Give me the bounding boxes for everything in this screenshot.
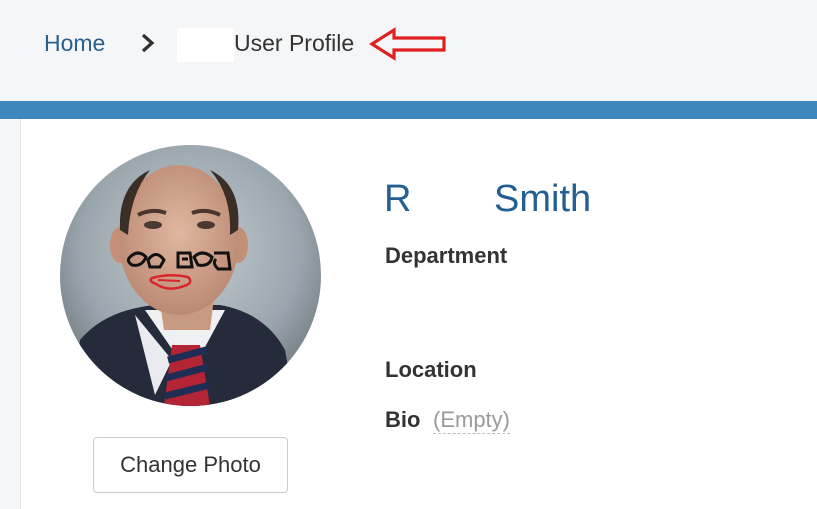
chevron-right-icon: [141, 33, 155, 53]
accent-bar: [0, 101, 817, 119]
bio-value-editable[interactable]: (Empty): [433, 407, 510, 434]
bio-label: Bio: [385, 407, 421, 432]
breadcrumb-current-page: User Profile: [234, 30, 355, 56]
profile-photo: [60, 145, 321, 406]
department-label: Department: [385, 243, 508, 268]
change-photo-button[interactable]: Change Photo: [93, 437, 288, 493]
first-name: R: [384, 178, 412, 220]
redacted-block: [177, 28, 234, 62]
breadcrumb: Home User Profile: [0, 0, 817, 101]
location-label: Location: [385, 357, 477, 382]
breadcrumb-home-link[interactable]: Home: [44, 30, 105, 57]
avatar: [60, 145, 321, 406]
red-outline-arrow-left-icon: [369, 27, 446, 61]
last-name: Smith: [494, 178, 592, 220]
